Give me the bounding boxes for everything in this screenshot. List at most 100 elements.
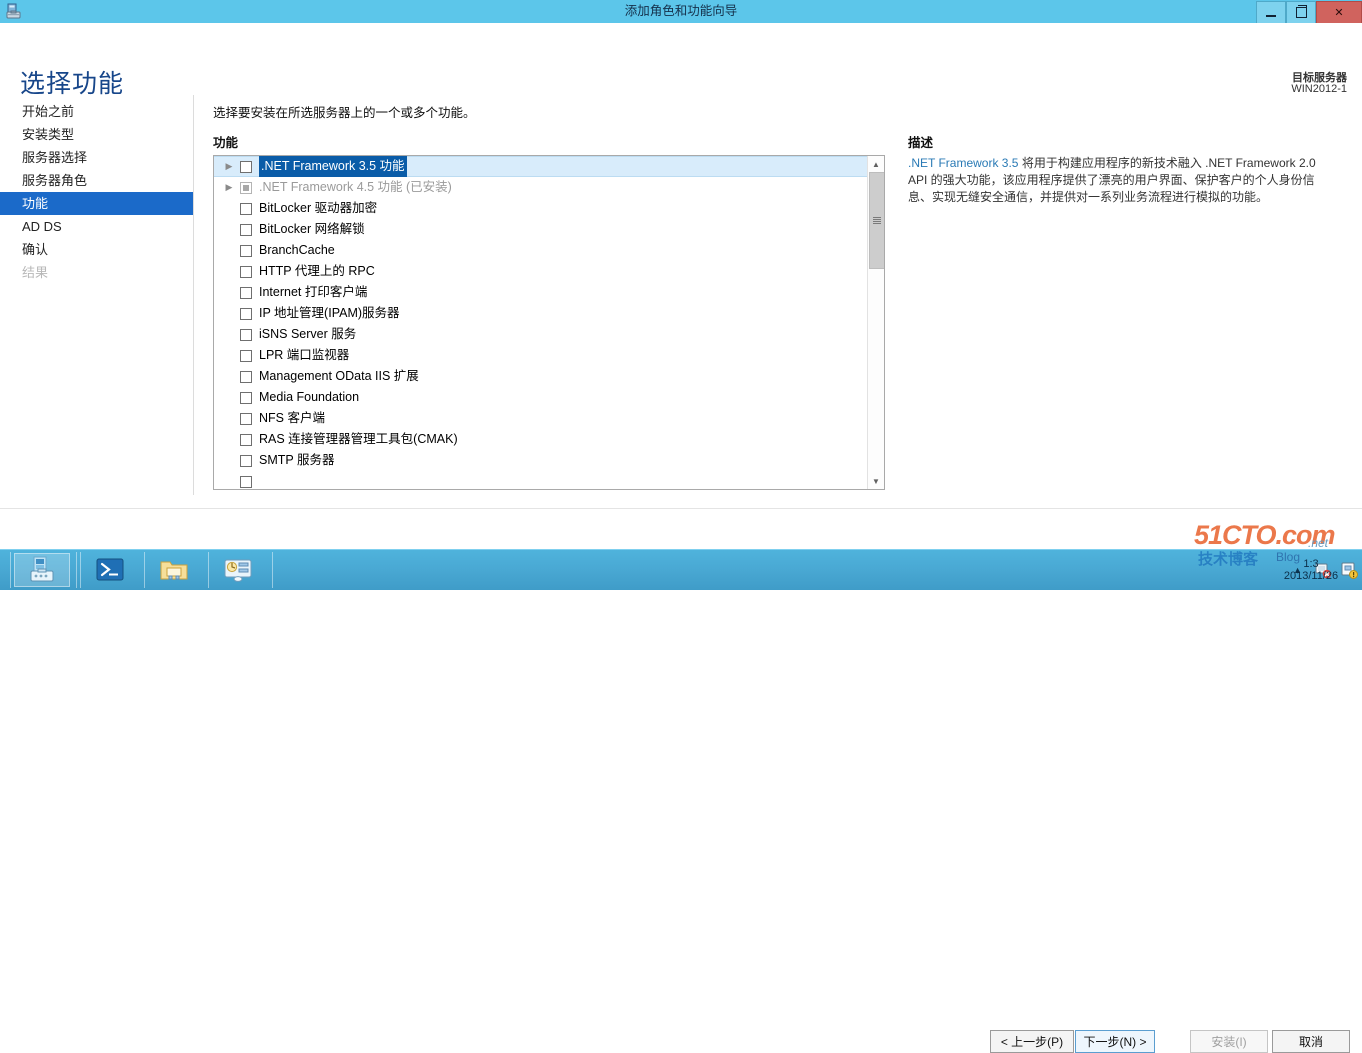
feature-row[interactable]: ▶HTTP 代理上的 RPC	[214, 261, 867, 282]
taskbar-item-file-explorer[interactable]	[146, 553, 202, 587]
feature-label: Management OData IIS 扩展	[259, 369, 419, 383]
feature-checkbox[interactable]	[240, 244, 252, 257]
wizard-steps-sidebar: 开始之前 安装类型 服务器选择 服务器角色 功能 AD DS 确认 结果	[0, 100, 193, 495]
taskbar-item-powershell[interactable]	[82, 553, 138, 587]
feature-checkbox[interactable]	[240, 223, 252, 236]
feature-row[interactable]: ▶iSNS Server 服务	[214, 324, 867, 345]
description-highlight: .NET Framework 3.5	[908, 156, 1019, 170]
feature-row[interactable]: ▶ .NET Framework 3.5 功能	[214, 156, 867, 177]
taskbar: ▲ 1:3 2013/11/26	[0, 549, 1362, 590]
sidebar-item-3[interactable]: 服务器角色	[0, 169, 193, 192]
restore-icon	[1295, 5, 1307, 18]
feature-checkbox[interactable]	[240, 202, 252, 215]
scrollbar-track[interactable]	[868, 172, 884, 473]
feature-checkbox[interactable]	[240, 328, 252, 341]
restore-button[interactable]	[1286, 1, 1316, 24]
feature-checkbox[interactable]	[240, 454, 252, 467]
feature-checkbox[interactable]	[240, 286, 252, 299]
footer-bar: < 上一步(P) 下一步(N) > 安装(I) 取消	[0, 509, 1362, 1053]
feature-label: Media Foundation	[259, 390, 360, 404]
scrollbar-thumb[interactable]	[869, 172, 884, 269]
features-list-label: 功能	[213, 136, 239, 150]
taskbar-clock[interactable]: 1:3 2013/11/26	[1268, 558, 1354, 582]
features-scrollbar[interactable]: ▲ ▼	[867, 156, 884, 489]
window-controls: ✕	[1256, 0, 1362, 24]
page-header: 选择功能 目标服务器 WIN2012-1	[0, 23, 1362, 98]
feature-checkbox[interactable]	[240, 370, 252, 383]
taskbar-divider	[208, 552, 209, 588]
feature-checkbox[interactable]	[240, 349, 252, 362]
taskbar-divider	[144, 552, 145, 588]
feature-row-partial[interactable]	[214, 471, 867, 489]
feature-row[interactable]: ▶LPR 端口监视器	[214, 345, 867, 366]
description-title: 描述	[908, 136, 934, 150]
feature-checkbox[interactable]	[240, 160, 252, 173]
close-button[interactable]: ✕	[1316, 1, 1362, 24]
feature-label: HTTP 代理上的 RPC	[259, 264, 375, 278]
clock-date: 2013/11/26	[1283, 570, 1339, 582]
clock-time: 1:3	[1303, 558, 1319, 570]
feature-checkbox[interactable]	[240, 475, 252, 488]
feature-label: RAS 连接管理器管理工具包(CMAK)	[259, 432, 458, 446]
sidebar-item-4[interactable]: 功能	[0, 192, 193, 215]
minimize-icon	[1266, 14, 1276, 17]
system-tray: ▲ 1:3 2013/11/26	[1284, 550, 1362, 590]
taskbar-divider	[76, 552, 77, 588]
feature-label: BitLocker 网络解锁	[259, 222, 365, 236]
feature-row[interactable]: ▶Management OData IIS 扩展	[214, 366, 867, 387]
feature-checkbox[interactable]	[240, 307, 252, 320]
taskbar-divider	[272, 552, 273, 588]
target-server-name: WIN2012-1	[1291, 83, 1347, 95]
previous-button[interactable]: < 上一步(P)	[990, 1030, 1074, 1053]
scroll-down-button[interactable]: ▼	[868, 473, 884, 489]
page-title: 选择功能	[20, 70, 125, 98]
feature-label: IP 地址管理(IPAM)服务器	[259, 306, 400, 320]
description-body: .NET Framework 3.5 将用于构建应用程序的新技术融入 .NET …	[908, 155, 1330, 206]
feature-label: BitLocker 驱动器加密	[259, 201, 378, 215]
feature-row[interactable]: ▶BitLocker 网络解锁	[214, 219, 867, 240]
sidebar-item-0[interactable]: 开始之前	[0, 100, 193, 123]
feature-row[interactable]: ▶BranchCache	[214, 240, 867, 261]
expand-chevron-icon[interactable]: ▶	[222, 177, 236, 198]
install-button[interactable]: 安装(I)	[1190, 1030, 1268, 1053]
feature-row[interactable]: ▶IP 地址管理(IPAM)服务器	[214, 303, 867, 324]
feature-row[interactable]: ▶Media Foundation	[214, 387, 867, 408]
wizard-window: 添加角色和功能向导 ✕ 选择功能 目标服务器 WIN2012-1 开始之前 安装类…	[0, 0, 1362, 1053]
sidebar-item-5[interactable]: AD DS	[0, 215, 193, 238]
feature-label: Internet 打印客户端	[259, 285, 368, 299]
sidebar-item-6[interactable]: 确认	[0, 238, 193, 261]
sidebar-divider	[193, 95, 194, 495]
file-explorer-icon	[160, 561, 188, 580]
feature-checkbox[interactable]	[240, 433, 252, 446]
feature-row[interactable]: ▶BitLocker 驱动器加密	[214, 198, 867, 219]
next-button[interactable]: 下一步(N) >	[1075, 1030, 1155, 1053]
feature-label: BranchCache	[259, 243, 335, 257]
scroll-up-button[interactable]: ▲	[868, 156, 884, 172]
instruction-text: 选择要安装在所选服务器上的一个或多个功能。	[213, 106, 476, 120]
feature-row[interactable]: ▶RAS 连接管理器管理工具包(CMAK)	[214, 429, 867, 450]
feature-label: iSNS Server 服务	[259, 327, 357, 341]
feature-row[interactable]: ▶SMTP 服务器	[214, 450, 867, 471]
feature-label: SMTP 服务器	[259, 453, 335, 467]
window-title: 添加角色和功能向导	[624, 4, 738, 18]
sidebar-item-2[interactable]: 服务器选择	[0, 146, 193, 169]
feature-checkbox	[240, 181, 252, 194]
taskbar-start-server-manager[interactable]	[14, 553, 70, 587]
feature-row[interactable]: ▶ .NET Framework 4.5 功能 (已安装)	[214, 177, 867, 198]
feature-checkbox[interactable]	[240, 391, 252, 404]
expand-chevron-icon[interactable]: ▶	[222, 156, 236, 177]
sidebar-item-1[interactable]: 安装类型	[0, 123, 193, 146]
taskbar-divider	[80, 552, 81, 588]
powershell-icon	[96, 558, 124, 581]
feature-checkbox[interactable]	[240, 265, 252, 278]
feature-checkbox[interactable]	[240, 412, 252, 425]
minimize-button[interactable]	[1256, 1, 1286, 24]
cancel-button[interactable]: 取消	[1272, 1030, 1350, 1053]
feature-row[interactable]: ▶Internet 打印客户端	[214, 282, 867, 303]
feature-label: .NET Framework 3.5 功能	[259, 156, 407, 177]
features-listbox[interactable]: ▶ .NET Framework 3.5 功能 ▶ .NET Framework 4.…	[213, 155, 885, 490]
taskbar-item-control-panel[interactable]	[210, 553, 266, 587]
scrollbar-grip-icon	[873, 217, 881, 224]
control-panel-icon	[224, 559, 252, 582]
feature-row[interactable]: ▶NFS 客户端	[214, 408, 867, 429]
